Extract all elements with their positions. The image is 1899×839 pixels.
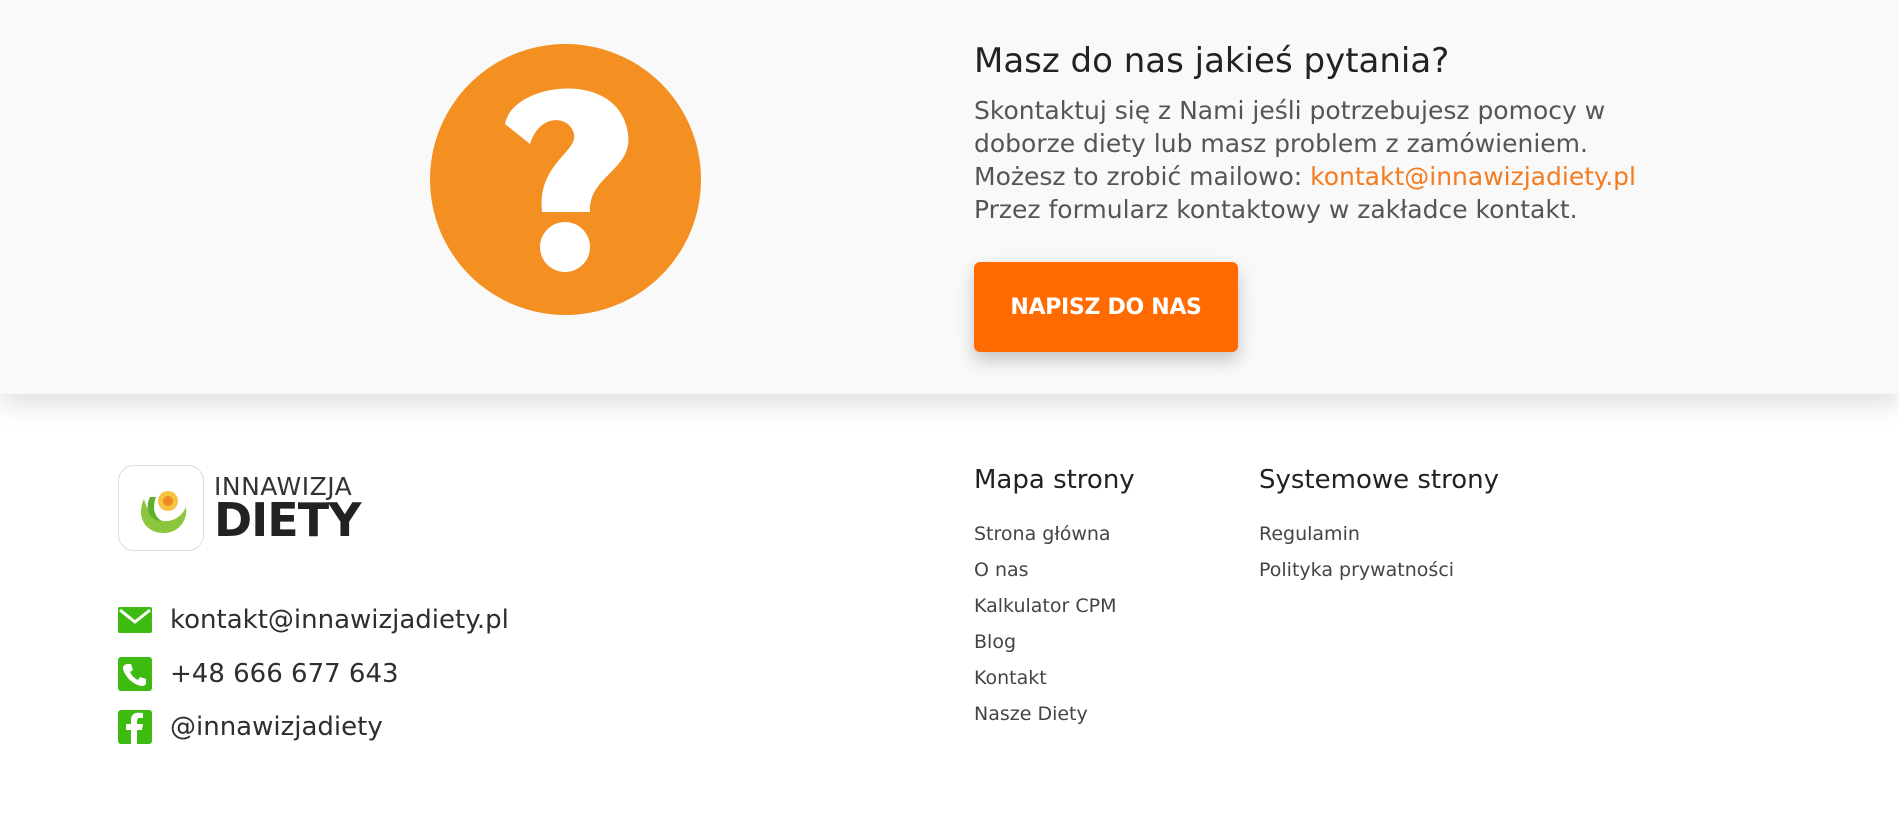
sitemap-title: Mapa strony	[974, 465, 1135, 495]
sitemap-link-about[interactable]: O nas	[974, 552, 1135, 588]
logo[interactable]: INNAWIZJA DIETY	[118, 465, 361, 551]
banner-line-1: Skontaktuj się z Nami jeśli potrzebujesz…	[974, 96, 1606, 125]
banner-description: Skontaktuj się z Nami jeśli potrzebujesz…	[974, 94, 1694, 226]
banner-email-link[interactable]: kontakt@innawizjadiety.pl	[1310, 162, 1636, 191]
contact-facebook[interactable]: @innawizjadiety	[118, 710, 509, 744]
sitemap-link-blog[interactable]: Blog	[974, 624, 1135, 660]
logo-badge-icon	[118, 465, 204, 551]
logo-text: INNAWIZJA DIETY	[214, 474, 361, 547]
banner-line-4: Przez formularz kontaktowy w zakładce ko…	[974, 195, 1578, 224]
system-pages-title: Systemowe strony	[1259, 465, 1500, 495]
contact-email-text: kontakt@innawizjadiety.pl	[170, 605, 509, 635]
facebook-icon	[118, 710, 152, 744]
logo-leaf-icon	[140, 491, 187, 533]
system-link-terms[interactable]: Regulamin	[1259, 516, 1499, 552]
logo-text-bottom: DIETY	[214, 492, 361, 547]
contact-list: kontakt@innawizjadiety.pl +48 666 677 64…	[118, 603, 509, 764]
contact-phone[interactable]: +48 666 677 643	[118, 656, 509, 691]
banner-title: Masz do nas jakieś pytania?	[974, 41, 1450, 81]
contact-email[interactable]: kontakt@innawizjadiety.pl	[118, 603, 509, 637]
sitemap-link-diets[interactable]: Nasze Diety	[974, 696, 1135, 732]
system-pages-nav: Systemowe strony Regulamin Polityka pryw…	[1259, 464, 1499, 588]
mail-icon	[118, 603, 152, 637]
write-to-us-button[interactable]: NAPISZ DO NAS	[974, 262, 1238, 352]
sitemap-nav: Mapa strony Strona główna O nas Kalkulat…	[974, 464, 1135, 732]
sitemap-link-contact[interactable]: Kontakt	[974, 660, 1135, 696]
banner-line-3-prefix: Możesz to zrobić mailowo:	[974, 162, 1311, 191]
contact-facebook-text: @innawizjadiety	[170, 712, 383, 742]
banner-line-3: Możesz to zrobić mailowo: kontakt@innawi…	[974, 160, 1694, 193]
footer: INNAWIZJA DIETY kontakt@innawizjadiety.p…	[0, 394, 1899, 839]
contact-banner: Masz do nas jakieś pytania? Skontaktuj s…	[0, 0, 1899, 394]
phone-icon	[118, 656, 152, 691]
sitemap-link-home[interactable]: Strona główna	[974, 516, 1135, 552]
system-link-privacy[interactable]: Polityka prywatności	[1259, 552, 1499, 588]
banner-text: Masz do nas jakieś pytania? Skontaktuj s…	[974, 36, 1694, 226]
contact-phone-text: +48 666 677 643	[170, 658, 399, 689]
sitemap-link-cpm-calculator[interactable]: Kalkulator CPM	[974, 588, 1135, 624]
banner-line-2: doborze diety lub masz problem z zamówie…	[974, 129, 1588, 158]
question-mark-icon	[430, 44, 701, 315]
